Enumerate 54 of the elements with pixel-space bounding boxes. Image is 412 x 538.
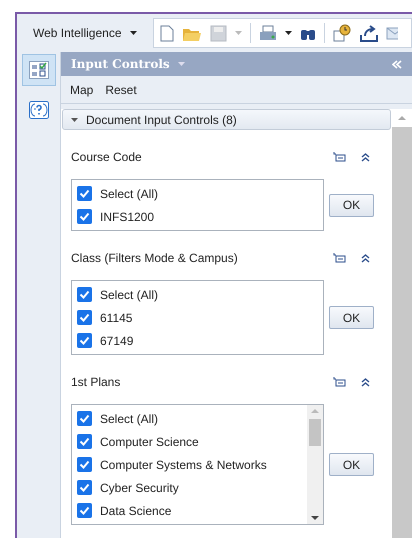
ok-button[interactable]: OK (329, 194, 374, 216)
checkbox-label: Select (All) (100, 410, 158, 428)
checkbox-label: Data Science (100, 502, 172, 520)
checkbox-label: Cyber Security (100, 480, 179, 496)
caret-icon[interactable] (284, 31, 292, 35)
checkbox[interactable] (77, 457, 92, 472)
checkbox[interactable] (77, 287, 92, 302)
collapse-up-icon[interactable] (361, 152, 370, 162)
caret-icon (178, 62, 185, 66)
checklist-icon (28, 61, 48, 79)
checkbox-label: Select (All) (100, 186, 158, 202)
rail-tab[interactable] (22, 54, 56, 86)
ok-button[interactable]: OK (329, 453, 374, 476)
new-document-icon[interactable] (160, 24, 174, 42)
checkbox[interactable] (77, 503, 92, 518)
checkbox[interactable] (77, 186, 92, 201)
export-icon[interactable] (360, 24, 378, 42)
checkbox[interactable] (77, 310, 92, 325)
checkbox[interactable] (77, 333, 92, 348)
control-title: Class (Filters Mode & Campus) (71, 250, 238, 267)
schedule-icon[interactable] (332, 24, 352, 42)
checkbox[interactable] (77, 480, 92, 495)
printer-icon[interactable] (258, 24, 276, 42)
checkbox-label: Computer Systems & Networks (100, 456, 267, 474)
menu-item[interactable]: Map (70, 80, 94, 98)
scroll-up-icon[interactable] (398, 116, 406, 120)
checkbox[interactable] (77, 411, 92, 426)
scrollbar[interactable] (392, 109, 412, 538)
control-title: 1st Plans (71, 374, 120, 391)
checkbox-label: 61145 (100, 310, 132, 326)
collapse-panel-icon[interactable] (392, 60, 402, 68)
checkbox-label: Select (All) (100, 286, 158, 304)
control-title: Course Code (71, 149, 142, 166)
checkbox[interactable] (77, 209, 92, 224)
ok-button[interactable]: OK (329, 306, 374, 329)
checkbox-label: 67149 (100, 332, 134, 350)
collapse-up-icon[interactable] (361, 378, 370, 386)
help-icon (28, 101, 48, 119)
scroll-thumb[interactable] (309, 419, 321, 446)
checkbox-label: Computer Science (100, 434, 199, 450)
menu-item[interactable]: Reset (105, 80, 137, 98)
mail-icon[interactable] (386, 26, 398, 40)
collapse-up-icon[interactable] (361, 254, 370, 262)
section-header[interactable]: Document Input Controls (8) (62, 109, 391, 130)
checkbox-label: INFS1200 (100, 208, 154, 226)
expanded-icon (71, 118, 78, 122)
reset-control-icon[interactable] (333, 253, 346, 263)
reset-control-icon[interactable] (333, 377, 346, 387)
reset-control-icon[interactable] (333, 152, 346, 162)
caret-icon (130, 31, 136, 35)
list-scrollbar[interactable] (307, 405, 323, 524)
scroll-down-icon[interactable] (311, 516, 319, 520)
checkbox[interactable] (77, 434, 92, 449)
app-menu-button[interactable]: Web Intelligence (17, 24, 144, 42)
